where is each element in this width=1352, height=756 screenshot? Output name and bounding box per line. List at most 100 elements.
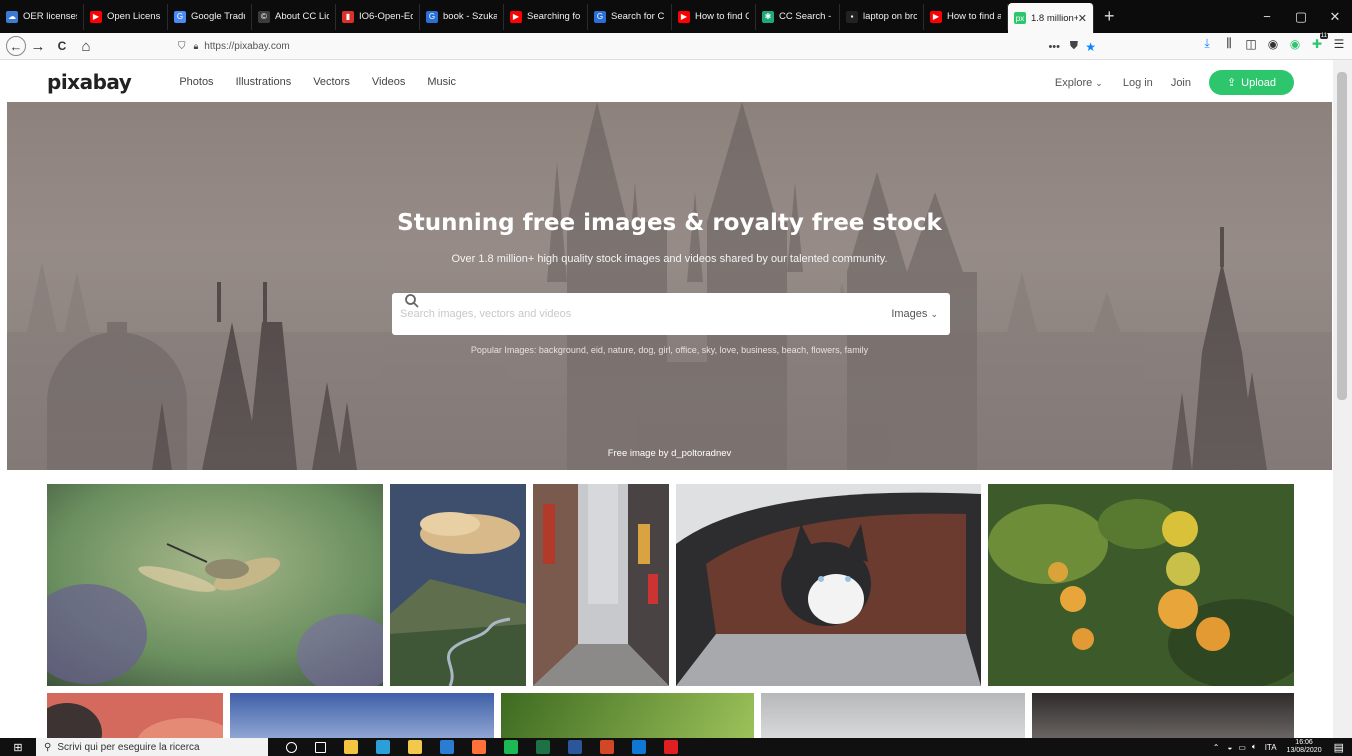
- library-icon[interactable]: ⫼: [1218, 36, 1240, 51]
- forward-button[interactable]: →: [26, 35, 50, 57]
- cortana-icon[interactable]: [286, 741, 297, 753]
- thumb-dark-desk[interactable]: [1032, 693, 1294, 738]
- hero-subtitle: Over 1.8 million+ high quality stock ima…: [451, 253, 888, 265]
- chevron-down-icon: ⌄: [1095, 77, 1103, 88]
- browser-tab[interactable]: G Search for Creati: [588, 3, 672, 30]
- spotify-icon[interactable]: [504, 740, 518, 754]
- browser-tab[interactable]: Gbook - Szukaj w: [420, 3, 504, 30]
- acrobat-icon[interactable]: [664, 740, 678, 754]
- display-icon[interactable]: ▭: [1238, 743, 1246, 752]
- word-icon[interactable]: [568, 740, 582, 754]
- pixabay-logo[interactable]: pixabay: [47, 70, 132, 94]
- thumb-city-street[interactable]: [533, 484, 669, 686]
- excel-icon[interactable]: [536, 740, 550, 754]
- new-tab-button[interactable]: +: [1094, 6, 1125, 27]
- tab-title: How to find Crea: [695, 11, 749, 22]
- powerpoint-icon[interactable]: [600, 740, 614, 754]
- thumb-mountain-landscape[interactable]: [390, 484, 526, 686]
- reload-button[interactable]: C: [50, 35, 74, 57]
- windows-start-icon[interactable]: ⊞: [0, 741, 36, 754]
- extension-badge-count: 11: [1319, 32, 1328, 39]
- shield-icon[interactable]: ⛉: [178, 41, 186, 52]
- nav-link-illustrations[interactable]: Illustrations: [236, 76, 292, 88]
- taskbar-search-placeholder: Scrivi qui per eseguire la ricerca: [57, 741, 200, 753]
- thumb-grey-sky[interactable]: [761, 693, 1025, 738]
- sidebar-icon[interactable]: ◫: [1240, 37, 1262, 51]
- upload-label: Upload: [1241, 76, 1277, 89]
- maximize-window-button[interactable]: ▢: [1284, 9, 1318, 25]
- browser-tab[interactable]: ▶ How to find Crea: [672, 3, 756, 30]
- browser-tab[interactable]: ▮ IO6-Open-Educa: [336, 3, 420, 30]
- search-icon: [405, 294, 419, 308]
- minimize-window-button[interactable]: −: [1250, 9, 1284, 24]
- browser-tab[interactable]: ▶ How to find and: [924, 3, 1008, 30]
- explore-menu[interactable]: Explore ⌄: [1055, 77, 1103, 89]
- clock[interactable]: 16:06 13/08/2020: [1287, 739, 1322, 755]
- tab-favicon-icon: ©: [258, 10, 270, 23]
- browser-tab[interactable]: ✱ CC Search - Get: [756, 3, 840, 30]
- language-indicator[interactable]: ITA: [1265, 743, 1277, 752]
- browser-tab[interactable]: ▪ laptop on brown: [840, 3, 924, 30]
- notification-icon[interactable]: ▤: [1334, 741, 1344, 754]
- extension-green-icon[interactable]: ◉: [1284, 37, 1306, 51]
- tab-favicon-icon: px: [1014, 12, 1026, 24]
- store-icon[interactable]: [408, 740, 422, 754]
- tab-title: How to find and: [947, 11, 1001, 22]
- search-box: Images ⌄: [392, 293, 950, 335]
- close-tab-icon[interactable]: ✕: [1078, 12, 1087, 25]
- home-button[interactable]: ⌂: [74, 35, 98, 57]
- file-explorer-icon[interactable]: [344, 740, 358, 754]
- thumb-orange-tree[interactable]: [988, 484, 1294, 686]
- task-view-icon[interactable]: [315, 741, 326, 753]
- nav-link-videos[interactable]: Videos: [372, 76, 405, 88]
- tab-title: CC Search - Get: [779, 11, 833, 22]
- bookmark-star-icon[interactable]: ★: [1085, 40, 1096, 54]
- close-window-button[interactable]: ✕: [1318, 9, 1352, 25]
- windows-taskbar: ⊞ ⚲ Scrivi qui per eseguire la ricerca ⌃…: [0, 738, 1352, 756]
- edge-icon[interactable]: [376, 740, 390, 754]
- extension-icon[interactable]: ◉: [1262, 37, 1284, 51]
- thumb-blue-sky[interactable]: [230, 693, 494, 738]
- more-dots-icon[interactable]: •••: [1048, 41, 1060, 53]
- husky-in-car-image: [676, 484, 981, 686]
- browser-tab[interactable]: px 1.8 million+ S✕: [1008, 3, 1094, 33]
- clock-time: 16:06: [1295, 739, 1313, 746]
- browser-tab[interactable]: G Google Tradutto: [168, 3, 252, 30]
- browser-tab[interactable]: © About CC Licens: [252, 3, 336, 30]
- browser-tab[interactable]: ▶ Open Licensing: [84, 3, 168, 30]
- thumb-abstract-pink[interactable]: [47, 693, 223, 738]
- outlook-icon[interactable]: [632, 740, 646, 754]
- search-type-select[interactable]: Images ⌄: [891, 308, 938, 320]
- image-credit[interactable]: Free image by d_poltoradnev: [7, 448, 1332, 459]
- back-button[interactable]: ←: [6, 36, 26, 56]
- tray-chevron-icon[interactable]: ⌃: [1213, 743, 1220, 752]
- page-scrollbar[interactable]: [1333, 60, 1352, 738]
- nav-link-photos[interactable]: Photos: [179, 76, 213, 88]
- tab-title: 1.8 million+ S: [1031, 12, 1078, 24]
- browser-tab[interactable]: ☁ OER licenses - F: [0, 3, 84, 30]
- browser-tab[interactable]: ▶ Searching for OE: [504, 3, 588, 30]
- extension-badge-icon[interactable]: ✚ 11: [1306, 32, 1328, 51]
- thumb-hummingbird[interactable]: [47, 484, 383, 686]
- tab-favicon-icon: ▮: [342, 10, 354, 23]
- join-link[interactable]: Join: [1171, 77, 1191, 89]
- thumb-husky-in-car[interactable]: [676, 484, 981, 686]
- scrollbar-thumb[interactable]: [1337, 72, 1347, 400]
- nav-link-vectors[interactable]: Vectors: [313, 76, 350, 88]
- pocket-icon[interactable]: ⛊: [1070, 40, 1078, 53]
- firefox-icon[interactable]: [472, 740, 486, 754]
- skype-icon[interactable]: [440, 740, 454, 754]
- search-input[interactable]: [400, 308, 840, 320]
- nav-link-music[interactable]: Music: [427, 76, 456, 88]
- taskbar-search[interactable]: ⚲ Scrivi qui per eseguire la ricerca: [36, 738, 268, 756]
- volume-icon[interactable]: 🔈︎: [1252, 742, 1257, 752]
- login-link[interactable]: Log in: [1123, 77, 1153, 89]
- thumb-green-leaf[interactable]: [501, 693, 754, 738]
- url-bar[interactable]: ⛉ 🔒︎ https://pixabay.com ••• ⛊ ★: [178, 36, 1100, 57]
- upload-button[interactable]: ⇪ Upload: [1209, 70, 1294, 95]
- tab-title: Google Tradutto: [191, 11, 245, 22]
- network-icon[interactable]: ◒: [1227, 743, 1232, 752]
- url-text[interactable]: https://pixabay.com: [204, 41, 289, 52]
- menu-icon[interactable]: ☰: [1328, 37, 1350, 51]
- download-icon[interactable]: ⤓: [1196, 36, 1218, 51]
